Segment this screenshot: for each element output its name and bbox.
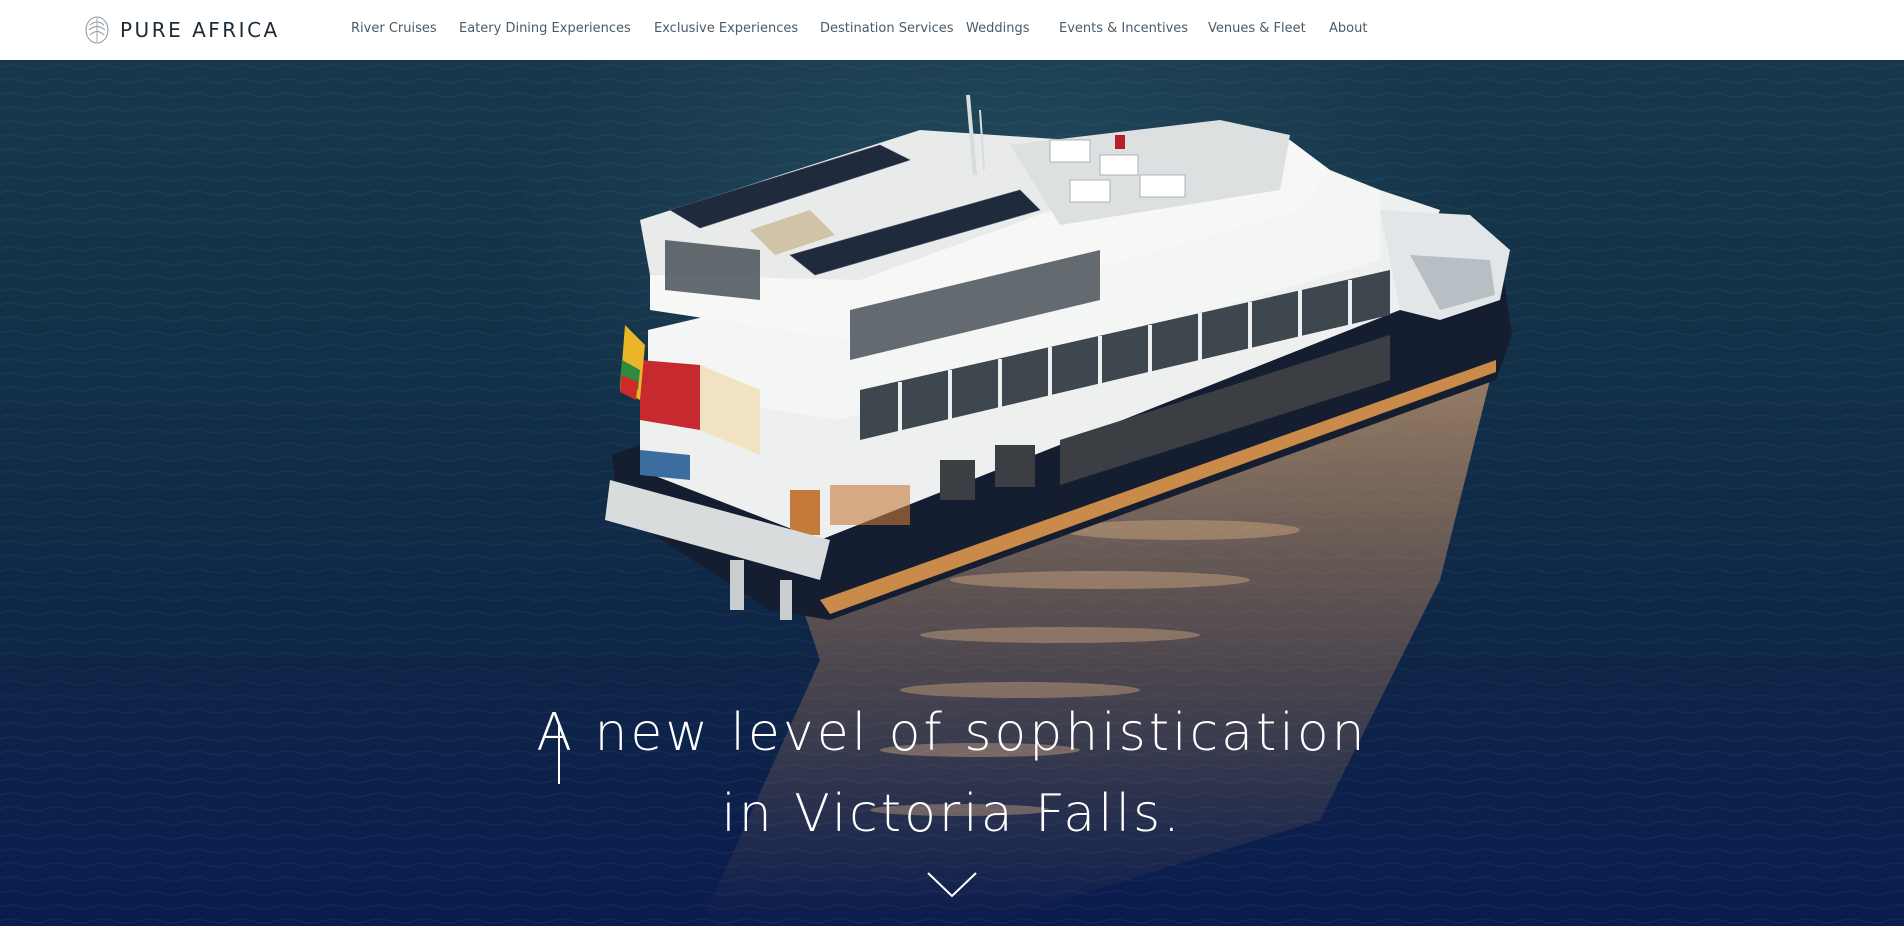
- hero-section: A new level of sophistication in Victori…: [0, 60, 1904, 926]
- nav-item-weddings[interactable]: Weddings: [966, 21, 1029, 36]
- nav-item-exclusive-experiences[interactable]: Exclusive Experiences: [654, 21, 798, 36]
- nav-item-destination-services[interactable]: Destination Services: [820, 21, 954, 36]
- hero-headline-line-1: A new level of sophistication: [536, 703, 1368, 763]
- site-header: PURE AFRICA River Cruises Eatery Dining …: [0, 0, 1904, 60]
- nav-item-about[interactable]: About: [1329, 21, 1367, 36]
- main-nav: River Cruises Eatery Dining Experiences …: [0, 0, 1904, 60]
- hero-headline-line-2: in Victoria Falls.: [721, 784, 1183, 844]
- nav-item-events-incentives[interactable]: Events & Incentives: [1059, 21, 1188, 36]
- nav-item-eatery-dining[interactable]: Eatery Dining Experiences: [459, 21, 631, 36]
- nav-item-venues-fleet[interactable]: Venues & Fleet: [1208, 21, 1306, 36]
- nav-item-river-cruises[interactable]: River Cruises: [351, 21, 437, 36]
- text-cursor: [558, 724, 560, 784]
- chevron-down-icon[interactable]: [926, 870, 978, 900]
